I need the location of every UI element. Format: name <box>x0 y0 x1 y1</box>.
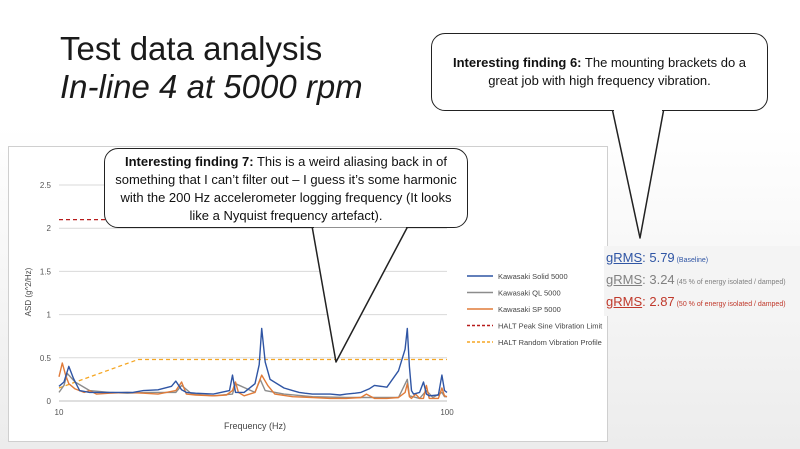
grms-sp: gRMS: 2.87 (50 % of energy isolated / da… <box>606 292 800 314</box>
finding-6-label: Interesting finding 6: <box>452 55 582 70</box>
callout-6-bubble: Interesting finding 6: The mounting brac… <box>431 33 768 111</box>
grms-label: gRMS <box>606 294 643 309</box>
grms-value: : 2.87 <box>642 294 675 309</box>
grms-note: (Baseline) <box>674 257 709 264</box>
grms-value: : 5.79 <box>642 250 675 265</box>
grms-note: (50 % of energy isolated / damped) <box>674 301 786 308</box>
grms-ql: gRMS: 3.24 (45 % of energy isolated / da… <box>606 270 800 292</box>
grms-label: gRMS <box>606 272 643 287</box>
grms-label: gRMS <box>606 250 643 265</box>
grms-note: (45 % of energy isolated / damped) <box>674 279 786 286</box>
grms-summary: gRMS: 5.79 (Baseline) gRMS: 3.24 (45 % o… <box>604 246 800 316</box>
grms-baseline: gRMS: 5.79 (Baseline) <box>606 248 800 270</box>
grms-value: : 3.24 <box>642 272 675 287</box>
